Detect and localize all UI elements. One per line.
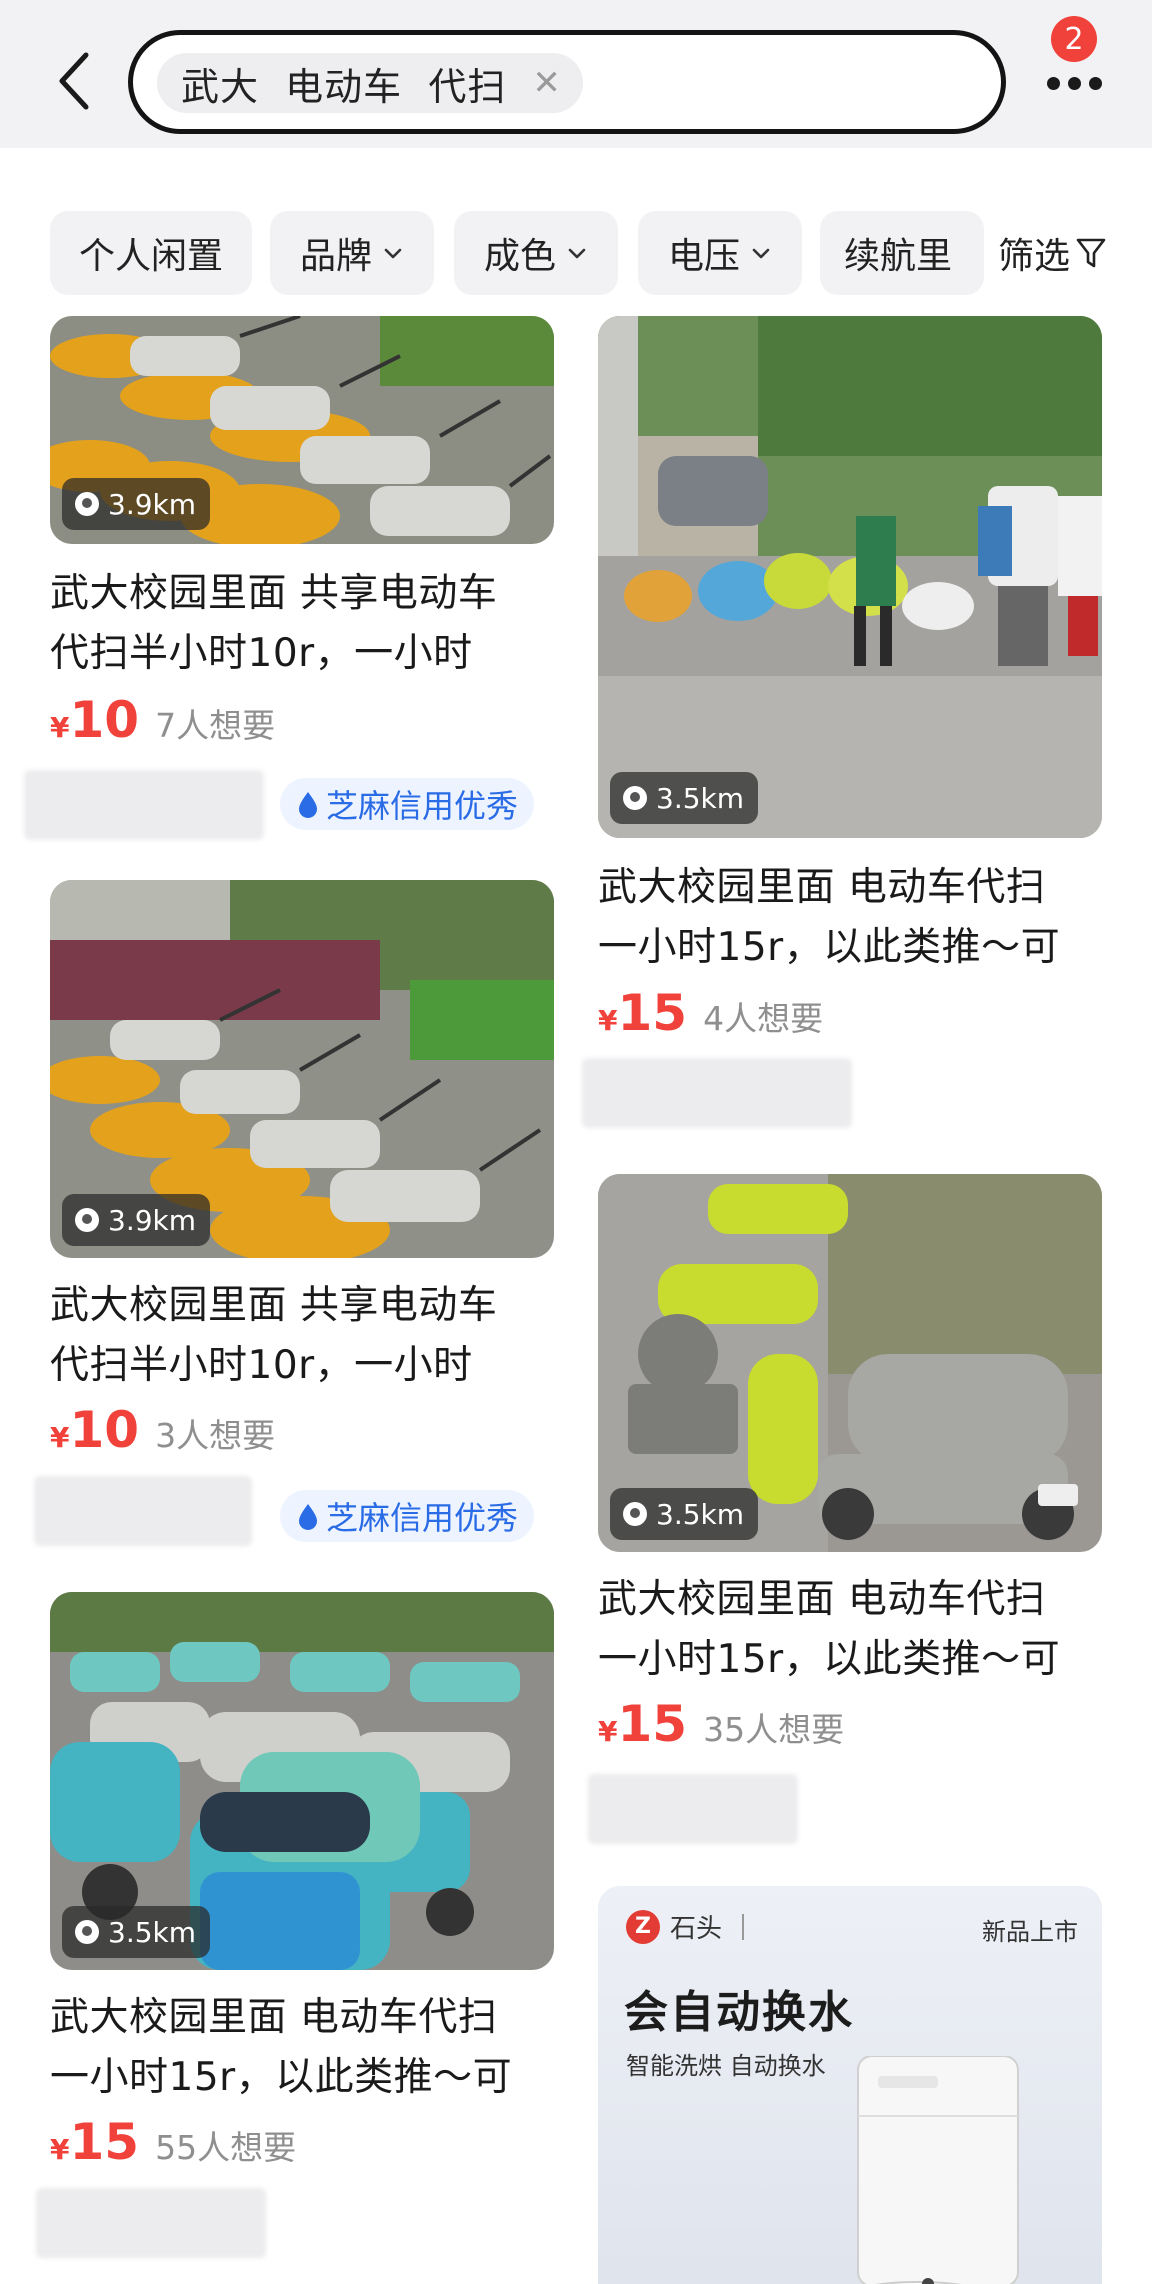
chevron-down-icon (568, 248, 586, 259)
want-count: 3人想要 (155, 1416, 276, 1455)
seller-info-blurred (582, 1058, 852, 1128)
search-query-text: 武大 电动车 代扫 (181, 64, 507, 109)
screen-button[interactable]: 筛选 (984, 211, 1107, 295)
credit-text: 芝麻信用优秀 (326, 1499, 519, 1537)
currency-symbol: ¥ (598, 1004, 618, 1037)
listing-card[interactable]: 3.5km 武大校园里面 电动车代扫 一小时15r，以此类推～可 ¥ 15 4人… (598, 316, 1102, 1096)
filter-label: 品牌 (299, 236, 372, 277)
drop-icon (299, 1504, 317, 1530)
location-pin-icon (75, 1208, 99, 1232)
want-count: 4人想要 (703, 999, 824, 1038)
screen-label: 筛选 (998, 236, 1071, 277)
ad-tag: 新品上市 (982, 1918, 1078, 1946)
listing-card[interactable]: 3.5km 武大校园里面 电动车代扫 一小时15r，以此类推～可 ¥ 15 35… (598, 1174, 1102, 1753)
brand-logo-icon: Z (626, 1909, 660, 1944)
distance-tag: 3.9km (62, 1194, 211, 1246)
distance-text: 3.5km (656, 1497, 745, 1531)
clear-query-icon[interactable]: ✕ (532, 66, 561, 100)
listing-title: 武大校园里面 电动车代扫 一小时15r，以此类推～可 (598, 865, 1061, 970)
listing-title: 武大校园里面 电动车代扫 一小时15r，以此类推～可 (598, 1577, 1061, 1682)
want-count: 55人想要 (155, 2128, 297, 2167)
listing-card[interactable]: 3.5km 武大校园里面 电动车代扫 一小时15r，以此类推～可 ¥ 15 55… (50, 1592, 554, 2171)
distance-tag: 3.5km (62, 1906, 211, 1958)
filter-label: 续航里 (844, 236, 953, 277)
want-count: 35人想要 (703, 1710, 845, 1749)
listing-image: 3.9km (50, 880, 554, 1258)
seller-info-blurred (36, 2188, 266, 2258)
robot-vacuum-station-image (857, 2056, 1019, 2284)
distance-text: 3.5km (108, 1915, 197, 1949)
price-row: ¥ 10 3人想要 (50, 1401, 275, 1459)
location-pin-icon (75, 1920, 99, 1944)
filter-personal-idle[interactable]: 个人闲置 (50, 211, 252, 295)
price: 10 (69, 691, 140, 749)
location-pin-icon (623, 1502, 647, 1526)
dot-icon (1046, 76, 1060, 90)
price: 15 (617, 1695, 688, 1753)
distance-text: 3.9km (108, 1203, 197, 1237)
location-pin-icon (623, 786, 647, 810)
listing-title: 武大校园里面 共享电动车 代扫半小时10r，一小时 (50, 1283, 498, 1388)
filter-bar: 个人闲置 品牌 成色 电压 续航里 筛选 (0, 148, 1152, 316)
ad-headline: 会自动换水 (624, 1987, 854, 2038)
filter-range[interactable]: 续航里 (820, 211, 984, 295)
location-pin-icon (75, 492, 99, 516)
currency-symbol: ¥ (50, 2133, 70, 2166)
drop-icon (299, 792, 317, 818)
listing-image: 3.9km (50, 316, 554, 544)
search-input[interactable]: 武大 电动车 代扫 ✕ (128, 30, 1006, 134)
want-count: 7人想要 (155, 706, 276, 745)
ad-brand-name: 石头 (670, 1914, 723, 1944)
filter-label: 成色 (483, 236, 556, 277)
listing-title: 武大校园里面 共享电动车 代扫半小时10r，一小时 (50, 571, 498, 676)
currency-symbol: ¥ (598, 1715, 618, 1748)
filter-condition[interactable]: 成色 (454, 211, 618, 295)
listing-title: 武大校园里面 电动车代扫 一小时15r，以此类推～可 (50, 1995, 513, 2100)
top-bar: 武大 电动车 代扫 ✕ 2 (0, 0, 1152, 148)
listing-image: 3.5km (598, 1174, 1102, 1552)
price: 10 (69, 1401, 140, 1459)
dot-icon (1088, 76, 1102, 90)
ad-card[interactable]: Z 石头 新品上市 会自动换水 智能洗烘 自动换水 (598, 1886, 1102, 2284)
listing-image: 3.5km (598, 316, 1102, 838)
distance-tag: 3.5km (610, 772, 759, 824)
chevron-down-icon (384, 248, 402, 259)
listing-feed[interactable]: 3.9km 武大校园里面 共享电动车 代扫半小时10r，一小时 ¥ 10 7人想… (0, 316, 1152, 2284)
distance-tag: 3.5km (610, 1488, 759, 1540)
distance-text: 3.9km (108, 487, 197, 521)
search-query-chip[interactable]: 武大 电动车 代扫 ✕ (157, 53, 583, 113)
dot-icon (1067, 76, 1081, 90)
distance-tag: 3.9km (62, 478, 211, 530)
filter-label: 电压 (667, 236, 740, 277)
notification-badge: 2 (1051, 16, 1097, 62)
ad-subline: 智能洗烘 自动换水 (626, 2052, 826, 2080)
divider (742, 1913, 745, 1940)
ad-brand: Z 石头 (626, 1908, 745, 1945)
seller-info-blurred (24, 770, 264, 840)
back-button[interactable] (46, 46, 102, 116)
seller-info-blurred (34, 1476, 252, 1546)
filter-voltage[interactable]: 电压 (638, 211, 802, 295)
price-row: ¥ 15 35人想要 (598, 1695, 844, 1753)
credit-text: 芝麻信用优秀 (326, 787, 519, 825)
seller-info-blurred (588, 1774, 798, 1844)
distance-text: 3.5km (656, 781, 745, 815)
funnel-icon (1076, 238, 1106, 268)
listing-image: 3.5km (50, 1592, 554, 1970)
listing-card[interactable]: 3.9km 武大校园里面 共享电动车 代扫半小时10r，一小时 ¥ 10 3人想… (50, 880, 554, 1459)
currency-symbol: ¥ (50, 1421, 70, 1454)
filter-label: 个人闲置 (78, 236, 223, 277)
filter-brand[interactable]: 品牌 (270, 211, 434, 295)
price: 15 (69, 2113, 140, 2171)
chevron-down-icon (752, 248, 770, 259)
price-row: ¥ 10 7人想要 (50, 691, 275, 749)
ad-image: Z 石头 新品上市 会自动换水 智能洗烘 自动换水 (598, 1886, 1102, 2284)
credit-badge: 芝麻信用优秀 (280, 778, 535, 830)
chevron-left-icon (59, 52, 89, 110)
price-row: ¥ 15 55人想要 (50, 2113, 296, 2171)
price: 15 (617, 984, 688, 1042)
currency-symbol: ¥ (50, 711, 70, 744)
price-row: ¥ 15 4人想要 (598, 984, 823, 1042)
credit-badge: 芝麻信用优秀 (280, 1490, 535, 1542)
